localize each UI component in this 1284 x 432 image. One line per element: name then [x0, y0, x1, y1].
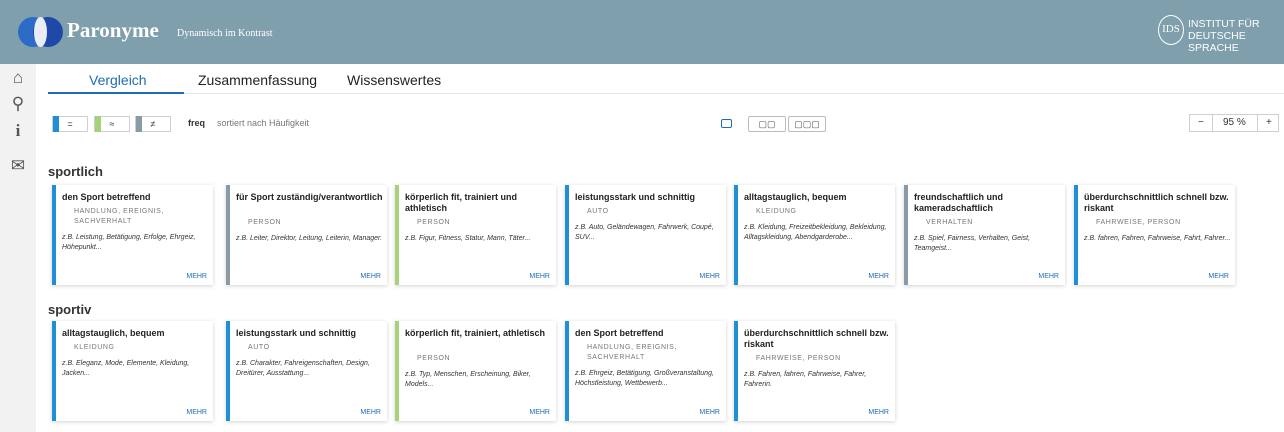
home-icon[interactable]: ⌂: [8, 68, 28, 88]
meaning-card[interactable]: alltagstauglich, bequem Kleidung z.B. El…: [52, 321, 213, 421]
filter-similar-button[interactable]: ≈: [94, 116, 130, 132]
filter-equal-button[interactable]: =: [52, 116, 88, 132]
more-link[interactable]: MEHR: [1208, 273, 1229, 280]
app-title[interactable]: Paronyme: [67, 18, 159, 43]
freq-toggle[interactable]: freq: [188, 118, 205, 128]
card-title: den Sport betreffend: [575, 328, 664, 338]
card-examples: z.B. Eleganz, Mode, Elemente, Kleidung, …: [62, 360, 190, 377]
more-link[interactable]: MEHR: [186, 409, 207, 416]
card-category: Handlung, Ereignis, Sachverhalt: [587, 344, 677, 361]
search-icon[interactable]: ⚲: [8, 94, 28, 114]
meaning-card[interactable]: den Sport betreffend Handlung, Ereignis,…: [52, 185, 213, 285]
tab-zusammenfassung[interactable]: Zusammenfassung: [198, 72, 317, 88]
card-title: für Sport zuständig/verantwortlich: [236, 192, 383, 202]
meaning-card[interactable]: leistungsstark und schnittig Auto z.B. A…: [565, 185, 726, 285]
card-category: Verhalten: [926, 219, 973, 226]
card-examples: z.B. Spiel, Fairness, Verhalten, Geist, …: [914, 235, 1031, 252]
card-title: körperlich fit, trainiert und athletisch: [405, 192, 518, 213]
more-link[interactable]: MEHR: [699, 273, 720, 280]
card-examples: z.B. Figur, Fitness, Statur, Mann, Täter…: [405, 235, 531, 242]
card-examples: z.B. Leistung, Betätigung, Erfolge, Ehrg…: [62, 234, 196, 251]
card-category: Auto: [587, 208, 609, 215]
more-link[interactable]: MEHR: [1038, 273, 1059, 280]
card-title: leistungsstark und schnittig: [575, 192, 696, 202]
zoom-control: − 95 % +: [1189, 114, 1279, 132]
meaning-card[interactable]: alltagstauglich, bequem Kleidung z.B. Kl…: [734, 185, 895, 285]
layout-triple-button[interactable]: ▢▢▢: [788, 116, 826, 132]
sort-label: sortiert nach Häufigkeit: [217, 118, 310, 128]
card-title: alltagstauglich, bequem: [744, 192, 847, 202]
institute-line-2: DEUTSCHE SPRACHE: [1188, 30, 1246, 54]
tab-wissenswertes[interactable]: Wissenswertes: [347, 72, 441, 88]
more-link[interactable]: MEHR: [360, 273, 381, 280]
section-title-sportlich: sportlich: [48, 164, 103, 179]
section-title-sportiv: sportiv: [48, 302, 92, 317]
card-title: körperlich fit, trainiert, athletisch: [405, 328, 546, 338]
card-title: freundschaftlich und kameradschaftlich: [914, 192, 1004, 213]
meaning-card[interactable]: freundschaftlich und kameradschaftlich V…: [904, 185, 1065, 285]
card-examples: z.B. Typ, Menschen, Erscheinung, Biker, …: [405, 371, 531, 388]
layout-single-button[interactable]: [721, 119, 732, 128]
more-link[interactable]: MEHR: [699, 409, 720, 416]
card-title: alltagstauglich, bequem: [62, 328, 165, 338]
more-link[interactable]: MEHR: [529, 273, 550, 280]
institute-name[interactable]: INSTITUT FÜR DEUTSCHE SPRACHE: [1188, 18, 1284, 54]
card-category: Kleidung: [74, 344, 115, 351]
card-category: Auto: [248, 344, 270, 351]
institute-line-1: INSTITUT FÜR: [1188, 18, 1260, 30]
card-category: Person: [248, 219, 282, 226]
card-category: Fahrweise, Person: [1096, 219, 1181, 226]
card-examples: z.B. Auto, Geländewagen, Fahrwerk, Coupé…: [575, 224, 714, 241]
active-tab-indicator: [48, 92, 184, 94]
ids-logo-icon[interactable]: IDS: [1158, 15, 1184, 45]
layout-double-button[interactable]: ▢▢: [748, 116, 786, 132]
card-examples: z.B. Leiter, Direktor, Leitung, Leiterin…: [236, 235, 383, 242]
meaning-card[interactable]: körperlich fit, trainiert, athletisch Pe…: [395, 321, 556, 421]
card-title: überdurchschnittlich schnell bzw. riskan…: [1084, 192, 1229, 213]
zoom-in-button[interactable]: +: [1266, 117, 1272, 128]
card-title: überdurchschnittlich schnell bzw. riskan…: [744, 328, 889, 349]
meaning-card[interactable]: den Sport betreffend Handlung, Ereignis,…: [565, 321, 726, 421]
paronyme-logo-icon[interactable]: [18, 17, 64, 49]
sidebar: ⌂ ⚲ i ✉: [0, 64, 36, 432]
card-title: den Sport betreffend: [62, 192, 151, 202]
info-icon[interactable]: i: [8, 121, 28, 141]
card-category: Handlung, Ereignis, Sachverhalt: [74, 208, 164, 225]
card-category: Person: [417, 355, 451, 362]
card-title: leistungsstark und schnittig: [236, 328, 357, 338]
mail-icon[interactable]: ✉: [8, 156, 28, 176]
zoom-value: 95 %: [1223, 117, 1246, 128]
tab-vergleich[interactable]: Vergleich: [89, 72, 147, 88]
card-examples: z.B. fahren, Fahren, Fahrweise, Fahrt, F…: [1084, 235, 1231, 242]
filter-different-button[interactable]: ≠: [135, 116, 171, 132]
meaning-card[interactable]: leistungsstark und schnittig Auto z.B. C…: [226, 321, 387, 421]
card-examples: z.B. Kleidung, Freizeitbekleidung, Bekle…: [744, 224, 887, 241]
card-examples: z.B. Ehrgeiz, Betätigung, Großveranstalt…: [575, 370, 714, 387]
zoom-out-button[interactable]: −: [1198, 117, 1204, 128]
more-link[interactable]: MEHR: [529, 409, 550, 416]
card-category: Kleidung: [756, 208, 797, 215]
meaning-card[interactable]: körperlich fit, trainiert und athletisch…: [395, 185, 556, 285]
meaning-card[interactable]: für Sport zuständig/verantwortlich Perso…: [226, 185, 387, 285]
meaning-card[interactable]: überdurchschnittlich schnell bzw. riskan…: [734, 321, 895, 421]
app-header: Paronyme Dynamisch im Kontrast IDS INSTI…: [0, 0, 1284, 64]
card-examples: z.B. Fahren, fahren, Fahrweise, Fahrer, …: [744, 371, 867, 388]
more-link[interactable]: MEHR: [868, 273, 889, 280]
card-category: Person: [417, 219, 451, 226]
app-subtitle: Dynamisch im Kontrast: [177, 28, 273, 39]
meaning-card[interactable]: überdurchschnittlich schnell bzw. riskan…: [1074, 185, 1235, 285]
card-category: Fahrweise, Person: [756, 355, 841, 362]
tab-divider: [184, 93, 1284, 94]
card-examples: z.B. Charakter, Fahreigenschaften, Desig…: [236, 360, 370, 377]
more-link[interactable]: MEHR: [868, 409, 889, 416]
more-link[interactable]: MEHR: [360, 409, 381, 416]
more-link[interactable]: MEHR: [186, 273, 207, 280]
